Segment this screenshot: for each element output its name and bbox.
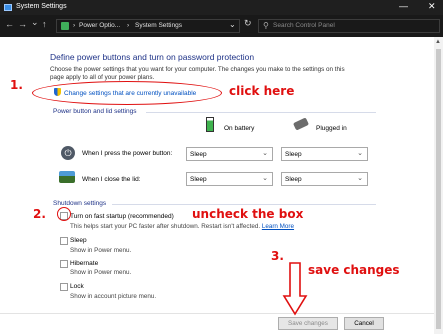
breadcrumb-separator: › bbox=[127, 22, 130, 29]
sleep-checkbox[interactable] bbox=[60, 237, 68, 245]
power-button-icon: ⏻ bbox=[61, 146, 75, 160]
annotation-step-3-number: 3. bbox=[271, 249, 284, 263]
fast-startup-description: This helps start your PC faster after sh… bbox=[70, 223, 294, 230]
search-box[interactable]: ⚲ Search Control Panel bbox=[258, 19, 440, 33]
control-panel-icon bbox=[61, 22, 69, 30]
search-icon: ⚲ bbox=[263, 21, 269, 30]
page-title: Define power buttons and turn on passwor… bbox=[50, 52, 255, 62]
laptop-lid-icon bbox=[59, 171, 75, 183]
breadcrumb-separator: › bbox=[73, 22, 76, 29]
close-lid-label: When I close the lid: bbox=[82, 176, 141, 183]
close-lid-battery-select[interactable]: Sleep ⌄ bbox=[186, 172, 273, 186]
close-lid-plugged-select[interactable]: Sleep ⌄ bbox=[281, 172, 368, 186]
section-divider bbox=[112, 204, 376, 205]
lock-description: Show in account picture menu. bbox=[70, 293, 157, 300]
up-button[interactable]: ↑ bbox=[42, 19, 47, 29]
battery-icon bbox=[206, 117, 214, 132]
window-title: System Settings bbox=[16, 3, 67, 10]
power-button-plugged-select[interactable]: Sleep ⌄ bbox=[281, 147, 368, 161]
selected-value: Sleep bbox=[190, 176, 207, 183]
chevron-down-icon: ⌄ bbox=[357, 150, 363, 157]
plugged-in-header: Plugged in bbox=[316, 125, 347, 132]
forward-button[interactable]: → bbox=[18, 19, 27, 29]
page-description: Choose the power settings that you want … bbox=[50, 66, 380, 82]
selected-value: Sleep bbox=[285, 151, 302, 158]
chevron-down-icon: ⌄ bbox=[262, 175, 268, 182]
power-button-label: When I press the power button: bbox=[82, 150, 173, 157]
annotation-step-3-text: save changes bbox=[308, 263, 400, 277]
power-section-title: Power button and lid settings bbox=[53, 108, 137, 115]
shutdown-section-title: Shutdown settings bbox=[53, 200, 107, 207]
breadcrumb-system-settings[interactable]: System Settings bbox=[135, 22, 182, 29]
learn-more-link[interactable]: Learn More bbox=[262, 223, 294, 230]
minimize-button[interactable]: — bbox=[399, 1, 408, 11]
section-divider bbox=[146, 112, 376, 113]
back-button[interactable]: ← bbox=[5, 19, 14, 29]
annotation-arrow-icon bbox=[282, 262, 308, 316]
breadcrumb-power-options[interactable]: Power Optio... bbox=[79, 22, 120, 29]
lock-checkbox[interactable] bbox=[60, 283, 68, 291]
address-dropdown-icon[interactable]: ⌄ bbox=[229, 20, 236, 29]
scrollbar-thumb[interactable] bbox=[436, 49, 441, 329]
on-battery-header: On battery bbox=[224, 125, 255, 132]
refresh-button[interactable]: ↻ bbox=[244, 18, 252, 29]
cancel-button[interactable]: Cancel bbox=[344, 317, 384, 330]
power-button-battery-select[interactable]: Sleep ⌄ bbox=[186, 147, 273, 161]
hibernate-checkbox[interactable] bbox=[60, 260, 68, 268]
sleep-label[interactable]: Sleep bbox=[70, 237, 87, 244]
title-bar: System Settings — ✕ bbox=[0, 0, 443, 15]
annotation-oval bbox=[32, 81, 222, 105]
chevron-down-icon: ⌄ bbox=[262, 150, 268, 157]
vertical-scrollbar[interactable]: ▲ bbox=[434, 37, 443, 334]
annotation-step-2-text: uncheck the box bbox=[192, 207, 304, 221]
control-panel-icon bbox=[4, 4, 12, 11]
recent-locations-button[interactable]: ⌄ bbox=[31, 17, 39, 28]
lock-label[interactable]: Lock bbox=[70, 283, 84, 290]
annotation-circle bbox=[57, 207, 71, 221]
chevron-down-icon: ⌄ bbox=[357, 175, 363, 182]
footer-divider bbox=[0, 313, 443, 314]
close-button[interactable]: ✕ bbox=[428, 1, 436, 12]
address-bar[interactable]: › Power Optio... › System Settings ⌄ bbox=[56, 19, 240, 33]
hibernate-description: Show in Power menu. bbox=[70, 269, 132, 276]
save-changes-button[interactable]: Save changes bbox=[278, 317, 338, 330]
annotation-step-2-number: 2. bbox=[33, 207, 46, 221]
selected-value: Sleep bbox=[190, 151, 207, 158]
fast-startup-label[interactable]: Turn on fast startup (recommended) bbox=[70, 213, 174, 220]
scroll-up-icon[interactable]: ▲ bbox=[435, 39, 441, 45]
annotation-step-1-text: click here bbox=[229, 84, 295, 98]
annotation-step-1-number: 1. bbox=[10, 78, 23, 92]
search-input[interactable]: Search Control Panel bbox=[273, 22, 335, 29]
navigation-bar: ← → ⌄ ↑ › Power Optio... › System Settin… bbox=[0, 15, 443, 37]
selected-value: Sleep bbox=[285, 176, 302, 183]
sleep-description: Show in Power menu. bbox=[70, 247, 132, 254]
fast-startup-desc-text: This helps start your PC faster after sh… bbox=[70, 223, 261, 230]
hibernate-label[interactable]: Hibernate bbox=[70, 260, 98, 267]
description-line-1: Choose the power settings that you want … bbox=[50, 66, 345, 73]
